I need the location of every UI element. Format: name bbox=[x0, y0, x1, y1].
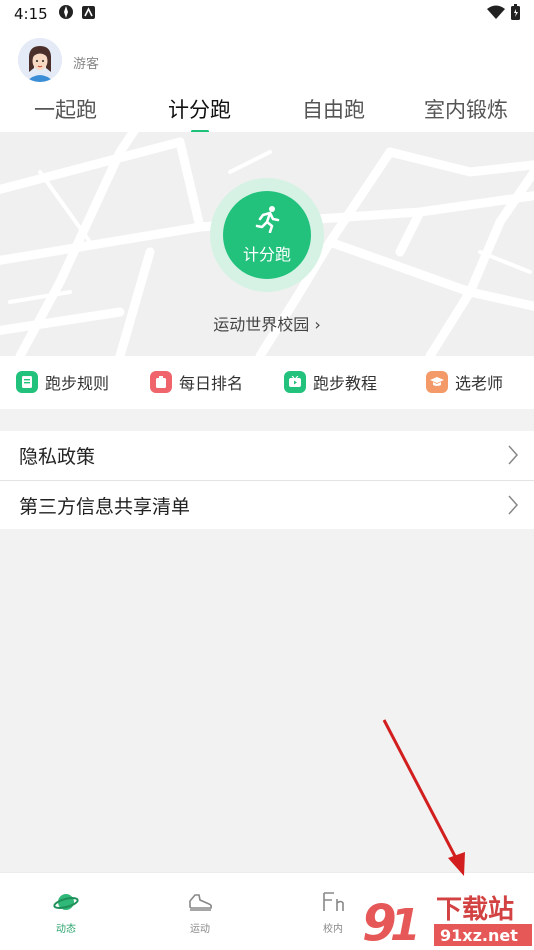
graduation-cap-icon bbox=[426, 371, 448, 393]
app-notification-icon bbox=[81, 5, 95, 23]
running-tutorial-button[interactable]: 跑步教程 bbox=[284, 370, 377, 394]
settings-list: 隐私政策 第三方信息共享清单 bbox=[0, 431, 534, 529]
tab-indoor-exercise[interactable]: 室内锻炼 bbox=[424, 94, 508, 124]
nav-exercise-label: 运动 bbox=[190, 924, 210, 935]
running-person-icon bbox=[254, 205, 282, 237]
privacy-policy-row[interactable]: 隐私政策 bbox=[0, 431, 534, 480]
tab-run-together[interactable]: 一起跑 bbox=[34, 94, 97, 124]
watermark-logo: 9 1 下载站 91xz.net bbox=[360, 888, 534, 950]
tab-bar: 一起跑 计分跑 自由跑 室内锻炼 bbox=[0, 88, 534, 133]
status-time: 4:15 bbox=[14, 5, 48, 23]
run-button-label: 计分跑 bbox=[242, 245, 291, 264]
campus-selector[interactable]: 运动世界校园 › bbox=[0, 311, 534, 335]
svg-text:1: 1 bbox=[390, 900, 421, 950]
running-rules-label: 跑步规则 bbox=[45, 374, 110, 393]
guest-label: 游客 bbox=[73, 57, 100, 72]
planet-icon bbox=[53, 894, 79, 917]
rules-icon bbox=[16, 371, 38, 393]
tab-score-run[interactable]: 计分跑 bbox=[168, 94, 231, 124]
sync-icon bbox=[58, 4, 74, 24]
choose-teacher-label: 选老师 bbox=[455, 374, 504, 393]
tutorial-video-icon bbox=[284, 371, 306, 393]
tab-free-run[interactable]: 自由跑 bbox=[302, 94, 365, 124]
running-rules-button[interactable]: 跑步规则 bbox=[16, 370, 109, 394]
nav-feed-label: 动态 bbox=[56, 924, 76, 935]
chevron-right-icon bbox=[508, 495, 519, 520]
nav-campus[interactable]: 校内 bbox=[303, 891, 363, 935]
map-area[interactable]: 计分跑 运动世界校园 › bbox=[0, 132, 534, 356]
daily-ranking-label: 每日排名 bbox=[179, 374, 244, 393]
chevron-right-icon bbox=[508, 445, 519, 470]
status-bar: 4:15 bbox=[0, 0, 534, 28]
campus-icon bbox=[320, 892, 346, 917]
running-tutorial-label: 跑步教程 bbox=[313, 374, 378, 393]
privacy-policy-label: 隐私政策 bbox=[19, 446, 96, 468]
third-party-sharing-label: 第三方信息共享清单 bbox=[19, 495, 191, 518]
ranking-icon bbox=[150, 371, 172, 393]
sneaker-icon bbox=[187, 894, 213, 917]
avatar[interactable] bbox=[18, 38, 62, 82]
nav-feed[interactable]: 动态 bbox=[36, 891, 96, 935]
svg-text:91xz.net: 91xz.net bbox=[440, 926, 518, 945]
nav-campus-label: 校内 bbox=[323, 924, 343, 935]
third-party-sharing-row[interactable]: 第三方信息共享清单 bbox=[0, 480, 534, 529]
choose-teacher-button[interactable]: 选老师 bbox=[426, 370, 503, 394]
svg-text:下载站: 下载站 bbox=[436, 895, 514, 925]
battery-icon bbox=[511, 4, 520, 24]
nav-exercise[interactable]: 运动 bbox=[170, 891, 230, 935]
start-score-run-button[interactable]: 计分跑 bbox=[223, 191, 311, 279]
daily-ranking-button[interactable]: 每日排名 bbox=[150, 370, 243, 394]
wifi-icon bbox=[487, 5, 505, 23]
quick-actions: 跑步规则 每日排名 跑步教程 选老师 bbox=[0, 356, 534, 409]
header: 游客 一起跑 计分跑 自由跑 室内锻炼 bbox=[0, 28, 534, 133]
